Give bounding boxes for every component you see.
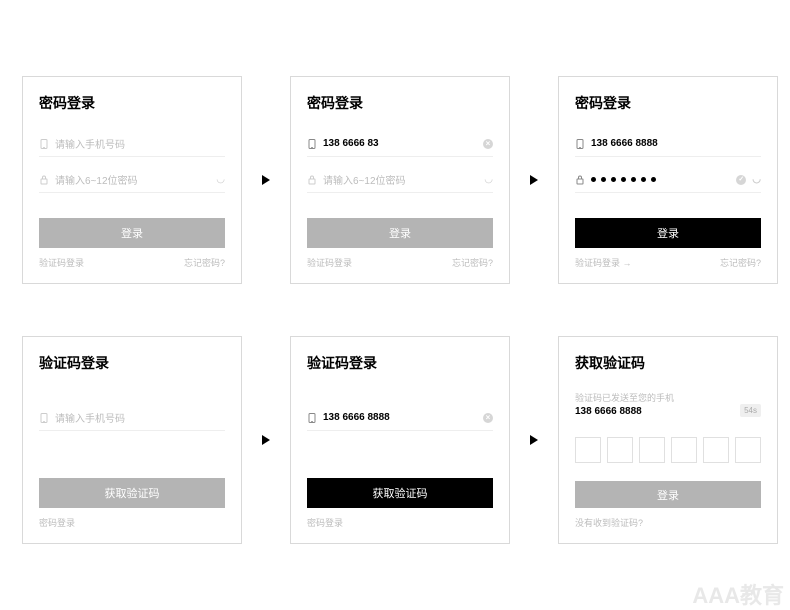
card-title: 验证码登录 <box>39 353 225 373</box>
flow-arrow <box>254 173 278 187</box>
phone-input[interactable]: 138 6666 83 <box>307 131 493 157</box>
password-input[interactable]: ◡ <box>575 167 761 193</box>
password-dots <box>591 177 730 182</box>
phone-input[interactable]: 请输入手机号码 <box>39 131 225 157</box>
code-box[interactable] <box>575 437 601 463</box>
card-password-login-filled: 密码登录 138 6666 8888 ◡ 登录 验证码登录 → 忘记密码? <box>558 76 778 284</box>
check-icon <box>736 175 746 185</box>
phone-icon <box>39 413 49 423</box>
card-sms-login-phone: 验证码登录 138 6666 8888 获取验证码 密码登录 <box>290 336 510 544</box>
phone-input[interactable]: 请输入手机号码 <box>39 405 225 431</box>
password-login-link[interactable]: 密码登录 <box>39 516 75 529</box>
sms-login-link[interactable]: 验证码登录 <box>307 256 352 269</box>
eye-icon[interactable]: ◡ <box>484 174 493 185</box>
phone-input[interactable]: 138 6666 8888 <box>307 405 493 431</box>
card-title: 获取验证码 <box>575 353 761 373</box>
forgot-password-link[interactable]: 忘记密码? <box>452 256 493 269</box>
flow-arrow <box>522 433 546 447</box>
phone-value: 138 6666 83 <box>323 138 477 149</box>
code-box[interactable] <box>703 437 729 463</box>
phone-icon <box>39 139 49 149</box>
resend-link[interactable]: 没有收到验证码? <box>575 516 643 529</box>
phone-placeholder: 请输入手机号码 <box>55 136 225 151</box>
eye-icon[interactable]: ◡ <box>752 174 761 185</box>
sent-message: 验证码已发送至您的手机 <box>575 391 674 404</box>
card-password-login-phone: 密码登录 138 6666 83 请输入6~12位密码 ◡ 登录 验证码登录 忘… <box>290 76 510 284</box>
password-input[interactable]: 请输入6~12位密码 ◡ <box>39 167 225 193</box>
phone-value: 138 6666 8888 <box>591 138 761 149</box>
get-code-button[interactable]: 获取验证码 <box>307 478 493 508</box>
login-button[interactable]: 登录 <box>575 481 761 508</box>
password-placeholder: 请输入6~12位密码 <box>323 172 478 187</box>
card-title: 验证码登录 <box>307 353 493 373</box>
login-button[interactable]: 登录 <box>575 218 761 248</box>
password-login-link[interactable]: 密码登录 <box>307 516 343 529</box>
sms-login-link[interactable]: 验证码登录 <box>39 256 84 269</box>
login-button[interactable]: 登录 <box>39 218 225 248</box>
code-box[interactable] <box>735 437 761 463</box>
countdown-badge: 54s <box>740 404 761 417</box>
lock-icon <box>39 175 49 185</box>
code-box[interactable] <box>607 437 633 463</box>
wireframe-grid: 密码登录 请输入手机号码 请输入6~12位密码 ◡ 登录 验证码登录 忘记密码?… <box>0 0 790 610</box>
forgot-password-link[interactable]: 忘记密码? <box>184 256 225 269</box>
card-enter-code: 获取验证码 验证码已发送至您的手机 138 6666 8888 54s 登录 没… <box>558 336 778 544</box>
card-title: 密码登录 <box>39 93 225 113</box>
password-placeholder: 请输入6~12位密码 <box>55 172 210 187</box>
clear-icon[interactable] <box>483 139 493 149</box>
card-title: 密码登录 <box>307 93 493 113</box>
card-sms-login-empty: 验证码登录 请输入手机号码 获取验证码 密码登录 <box>22 336 242 544</box>
phone-icon <box>575 139 585 149</box>
watermark: AAA教育 <box>692 578 784 610</box>
phone-icon <box>307 139 317 149</box>
phone-icon <box>307 413 317 423</box>
phone-input[interactable]: 138 6666 8888 <box>575 131 761 157</box>
card-title: 密码登录 <box>575 93 761 113</box>
eye-icon[interactable]: ◡ <box>216 174 225 185</box>
flow-arrow <box>522 173 546 187</box>
clear-icon[interactable] <box>483 413 493 423</box>
lock-icon <box>307 175 317 185</box>
card-password-login-empty: 密码登录 请输入手机号码 请输入6~12位密码 ◡ 登录 验证码登录 忘记密码? <box>22 76 242 284</box>
forgot-password-link[interactable]: 忘记密码? <box>720 256 761 269</box>
get-code-button[interactable]: 获取验证码 <box>39 478 225 508</box>
phone-display: 138 6666 8888 <box>575 406 674 417</box>
code-box[interactable] <box>671 437 697 463</box>
login-button[interactable]: 登录 <box>307 218 493 248</box>
code-box[interactable] <box>639 437 665 463</box>
phone-placeholder: 请输入手机号码 <box>55 410 225 425</box>
flow-arrow <box>254 433 278 447</box>
phone-value: 138 6666 8888 <box>323 412 477 423</box>
sms-login-link[interactable]: 验证码登录 → <box>575 256 632 269</box>
password-input[interactable]: 请输入6~12位密码 ◡ <box>307 167 493 193</box>
code-input-group[interactable] <box>575 437 761 463</box>
lock-icon <box>575 175 585 185</box>
